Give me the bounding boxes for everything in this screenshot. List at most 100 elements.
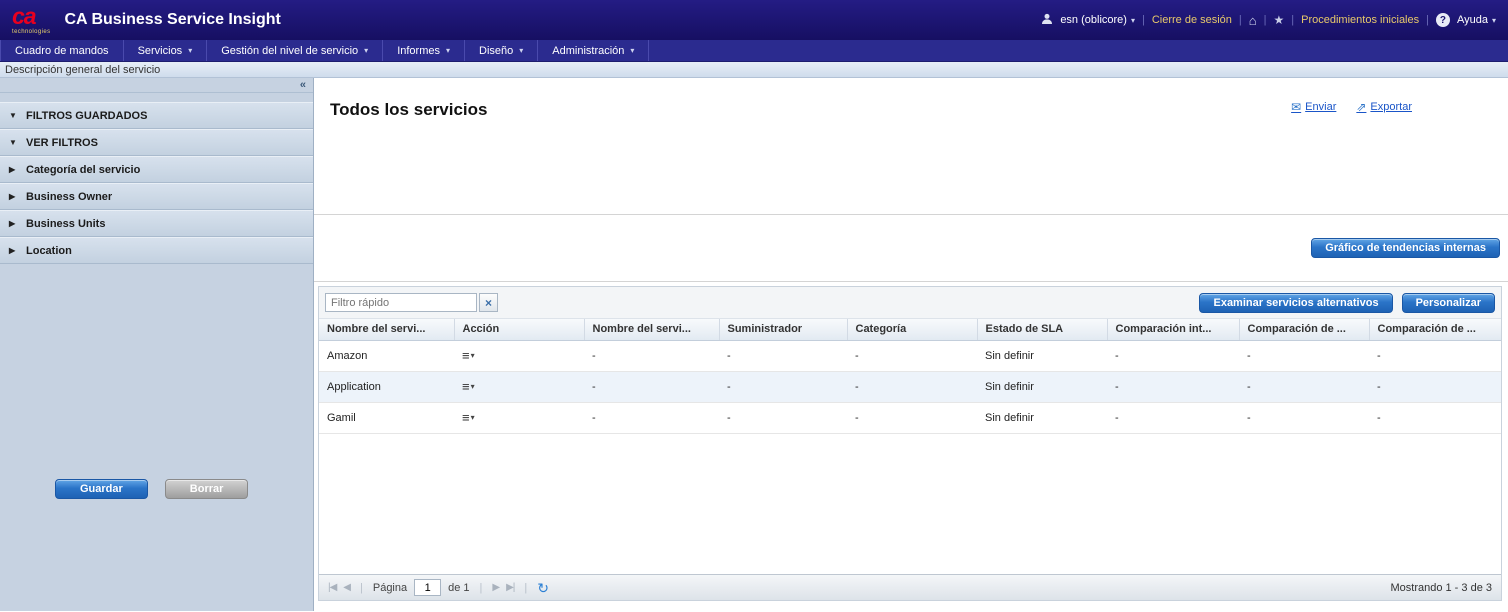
cell-action: ≡ ▾	[454, 340, 584, 371]
envelope-icon: ✉	[1291, 100, 1301, 114]
column-header-comparison-de-1[interactable]: Comparación de ...	[1239, 319, 1369, 340]
triangle-down-icon: ▼	[9, 111, 19, 120]
page-title: Todos los servicios	[330, 100, 487, 120]
sidebar-section-location[interactable]: ▶ Location	[0, 237, 313, 264]
first-page-button[interactable]: |◀	[328, 582, 336, 593]
page-number-input[interactable]	[414, 579, 441, 596]
cell-comparison-de-1: -	[1239, 371, 1369, 402]
section-label: VER FILTROS	[26, 137, 98, 149]
row-action-menu-icon[interactable]: ≡ ▾	[462, 411, 475, 424]
ca-logo: ca technologies	[12, 5, 51, 35]
cell-supplier: -	[719, 340, 847, 371]
cell-comparison-int: -	[1107, 371, 1239, 402]
main-header-row: Todos los servicios ✉ Enviar ⇗ Exportar	[314, 78, 1508, 215]
clear-filter-button[interactable]: Borrar	[165, 479, 249, 499]
main-menubar: Cuadro de mandos Servicios ▾ Gestión del…	[0, 40, 1508, 62]
user-menu-label: esn (oblicore)	[1060, 14, 1127, 26]
sidebar-collapse-button[interactable]: «	[0, 78, 313, 93]
chevron-down-icon: ▾	[471, 413, 475, 422]
save-filter-button[interactable]: Guardar	[55, 479, 148, 499]
export-link-label: Exportar	[1370, 101, 1412, 113]
menu-item-informes[interactable]: Informes ▾	[383, 40, 465, 61]
sidebar-section-filtros-guardados[interactable]: ▼ FILTROS GUARDADOS	[0, 102, 313, 129]
row-action-menu-icon[interactable]: ≡ ▾	[462, 380, 475, 393]
help-menu-label: Ayuda	[1457, 14, 1488, 26]
column-header-service-name-2[interactable]: Nombre del servi...	[584, 319, 719, 340]
export-link[interactable]: ⇗ Exportar	[1356, 100, 1412, 114]
user-menu[interactable]: esn (oblicore) ▾	[1060, 14, 1135, 26]
menu-lines-icon: ≡	[462, 411, 470, 424]
table-row[interactable]: Amazon ≡ ▾ - - - Sin definir -	[319, 340, 1501, 371]
separator: |	[1142, 14, 1145, 26]
cell-action: ≡ ▾	[454, 371, 584, 402]
breadcrumb-label: Descripción general del servicio	[5, 64, 160, 76]
home-icon[interactable]: ⌂	[1249, 14, 1257, 27]
menu-item-label: Diseño	[479, 45, 513, 57]
collapse-icon: «	[300, 79, 306, 91]
triangle-right-icon: ▶	[9, 246, 19, 255]
table-row[interactable]: Gamil ≡ ▾ - - - Sin definir -	[319, 402, 1501, 433]
menu-item-label: Informes	[397, 45, 440, 57]
column-header-category[interactable]: Categoría	[847, 319, 977, 340]
section-label: Business Owner	[26, 191, 112, 203]
cell-comparison-int: -	[1107, 402, 1239, 433]
favorites-star-icon[interactable]: ★	[1274, 14, 1285, 26]
grid-toolbar-buttons: Examinar servicios alternativos Personal…	[1199, 293, 1495, 313]
column-header-comparison-de-2[interactable]: Comparación de ...	[1369, 319, 1501, 340]
page-of-label: de 1	[448, 582, 469, 594]
cell-provider-name: -	[584, 371, 719, 402]
chevron-down-icon: ▾	[446, 46, 450, 55]
chevron-down-icon: ▾	[471, 382, 475, 391]
sidebar-buttons: Guardar Borrar	[55, 479, 248, 499]
last-page-button[interactable]: ▶|	[506, 582, 514, 593]
chevron-down-icon: ▾	[471, 351, 475, 360]
menu-item-administracion[interactable]: Administración ▾	[538, 40, 649, 61]
triangle-right-icon: ▶	[9, 219, 19, 228]
previous-page-button[interactable]: ◀	[343, 582, 350, 593]
next-page-button[interactable]: ▶	[492, 582, 499, 593]
table-row[interactable]: Application ≡ ▾ - - - Sin definir	[319, 371, 1501, 402]
menu-item-gestion-nivel-servicio[interactable]: Gestión del nivel de servicio ▾	[207, 40, 383, 61]
chevron-down-icon: ▾	[519, 46, 523, 55]
quick-filter-input[interactable]	[325, 293, 477, 312]
section-label: FILTROS GUARDADOS	[26, 110, 147, 122]
cell-comparison-de-2: -	[1369, 402, 1501, 433]
column-header-supplier[interactable]: Suministrador	[719, 319, 847, 340]
send-link[interactable]: ✉ Enviar	[1291, 100, 1336, 114]
sidebar-section-business-units[interactable]: ▶ Business Units	[0, 210, 313, 237]
menu-item-label: Servicios	[138, 45, 183, 57]
header-actions: esn (oblicore) ▾ | Cierre de sesión | ⌂ …	[1041, 13, 1496, 27]
help-icon[interactable]: ?	[1436, 13, 1450, 27]
cell-category: -	[847, 402, 977, 433]
ca-logo-sub: technologies	[12, 29, 51, 35]
help-menu[interactable]: Ayuda ▾	[1457, 14, 1496, 26]
refresh-icon[interactable]: ↻	[537, 581, 549, 595]
examine-alternative-services-button[interactable]: Examinar servicios alternativos	[1199, 293, 1392, 313]
menu-item-label: Gestión del nivel de servicio	[221, 45, 358, 57]
internal-trend-chart-button[interactable]: Gráfico de tendencias internas	[1311, 238, 1500, 258]
content: « ▼ FILTROS GUARDADOS ▼ VER FILTROS ▶ Ca…	[0, 78, 1508, 611]
column-header-action[interactable]: Acción	[454, 319, 584, 340]
getting-started-link[interactable]: Procedimientos iniciales	[1301, 14, 1419, 26]
cell-service-name: Application	[319, 371, 454, 402]
clear-filter-x-button[interactable]: ×	[479, 293, 498, 312]
chevron-down-icon: ▾	[1492, 16, 1496, 25]
grid-toolbar: × Examinar servicios alternativos Person…	[319, 287, 1501, 319]
row-action-menu-icon[interactable]: ≡ ▾	[462, 349, 475, 362]
column-header-service-name[interactable]: Nombre del servi...	[319, 319, 454, 340]
sidebar-section-business-owner[interactable]: ▶ Business Owner	[0, 183, 313, 210]
sidebar-section-ver-filtros[interactable]: ▼ VER FILTROS	[0, 129, 313, 156]
menu-item-servicios[interactable]: Servicios ▾	[124, 40, 208, 61]
personalize-button[interactable]: Personalizar	[1402, 293, 1495, 313]
menu-lines-icon: ≡	[462, 349, 470, 362]
menu-item-diseno[interactable]: Diseño ▾	[465, 40, 538, 61]
logout-link[interactable]: Cierre de sesión	[1152, 14, 1232, 26]
column-header-comparison-int[interactable]: Comparación int...	[1107, 319, 1239, 340]
menu-item-cuadro-de-mandos[interactable]: Cuadro de mandos	[0, 40, 124, 61]
separator: |	[1264, 14, 1267, 26]
column-header-sla-status[interactable]: Estado de SLA	[977, 319, 1107, 340]
cell-sla-status: Sin definir	[977, 402, 1107, 433]
cell-service-name: Gamil	[319, 402, 454, 433]
cell-comparison-de-1: -	[1239, 402, 1369, 433]
sidebar-section-categoria-servicio[interactable]: ▶ Categoría del servicio	[0, 156, 313, 183]
